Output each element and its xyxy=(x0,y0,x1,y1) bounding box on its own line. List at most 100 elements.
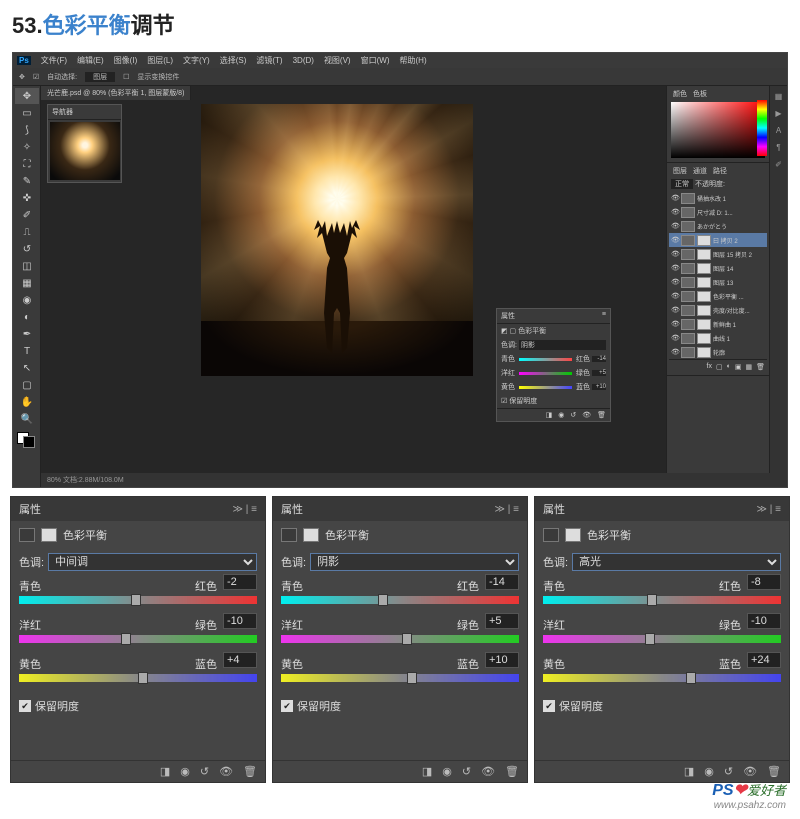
mask-thumb[interactable] xyxy=(697,277,711,288)
slider-knob[interactable] xyxy=(647,594,657,606)
mask-thumb[interactable] xyxy=(697,305,711,316)
tone-select[interactable]: 中间调 xyxy=(48,553,257,571)
menu-layer[interactable]: 图层(L) xyxy=(147,55,173,66)
move-tool-icon[interactable]: ✥ xyxy=(19,73,25,81)
slider-knob[interactable] xyxy=(407,672,417,684)
path-tool[interactable]: ↖ xyxy=(15,360,39,376)
slider-value[interactable]: +5 xyxy=(485,613,519,629)
layer-row[interactable]: 👁色彩平衡 ... xyxy=(669,289,767,303)
slider-track[interactable] xyxy=(19,596,257,604)
trash-icon[interactable]: 🗑 xyxy=(767,765,781,778)
layer-row[interactable]: 👁尺寸减 D: 1... xyxy=(669,205,767,219)
reset-icon[interactable]: ↺ xyxy=(200,765,209,778)
visibility-icon[interactable]: 👁 xyxy=(671,292,679,300)
mask-thumb[interactable] xyxy=(697,347,711,358)
slider-value[interactable]: -2 xyxy=(223,574,257,590)
blur-tool[interactable]: ◉ xyxy=(15,292,39,308)
slider-value[interactable]: -10 xyxy=(223,613,257,629)
slider-yb[interactable] xyxy=(519,386,572,389)
blend-mode[interactable]: 正常 xyxy=(671,179,693,189)
preserve-check[interactable]: ☑ xyxy=(501,397,507,405)
menu-type[interactable]: 文字(Y) xyxy=(183,55,210,66)
slider-value[interactable]: +4 xyxy=(223,652,257,668)
slider-knob[interactable] xyxy=(402,633,412,645)
panel-menu-icon[interactable]: ≫ | ≡ xyxy=(233,504,257,515)
new-icon[interactable]: ▦ xyxy=(745,363,752,371)
view-icon[interactable]: ◉ xyxy=(558,411,564,419)
layer-row[interactable]: 👁壳度/对比度... xyxy=(669,303,767,317)
layer-row[interactable]: 👁曰 拷贝 2 xyxy=(669,233,767,247)
layer-thumb[interactable] xyxy=(681,305,695,316)
del-icon[interactable]: 🗑 xyxy=(756,363,765,371)
lasso-tool[interactable]: ⟆ xyxy=(15,122,39,138)
slider-knob[interactable] xyxy=(121,633,131,645)
slider-knob[interactable] xyxy=(138,672,148,684)
clip-icon[interactable]: ◨ xyxy=(684,765,694,778)
eye-icon[interactable]: 👁 xyxy=(219,765,233,778)
panel-menu-icon[interactable]: ≫ | ≡ xyxy=(757,504,781,515)
swatch-tab[interactable]: 色板 xyxy=(693,89,707,99)
layer-row[interactable]: 👁图层 14 xyxy=(669,261,767,275)
visibility-icon[interactable]: 👁 xyxy=(671,222,679,230)
layer-thumb[interactable] xyxy=(681,207,695,218)
prev-icon[interactable]: ◉ xyxy=(180,765,190,778)
slider-knob[interactable] xyxy=(131,594,141,606)
move-tool[interactable]: ✥ xyxy=(15,88,39,104)
slider-mg[interactable] xyxy=(519,372,572,375)
slider-track[interactable] xyxy=(543,596,781,604)
menu-view[interactable]: 视图(V) xyxy=(324,55,351,66)
ps-icon[interactable]: Ps xyxy=(17,56,31,65)
slider-track[interactable] xyxy=(281,635,519,643)
layers-tab[interactable]: 图层 xyxy=(673,166,687,176)
heal-tool[interactable]: ✜ xyxy=(15,190,39,206)
eye-icon[interactable]: 👁 xyxy=(743,765,757,778)
menu-image[interactable]: 图像(I) xyxy=(114,55,138,66)
layer-thumb[interactable] xyxy=(681,333,695,344)
eye-icon[interactable]: 👁 xyxy=(582,411,591,419)
panel-menu-icon[interactable]: ≫ | ≡ xyxy=(495,504,519,515)
slider-cr[interactable] xyxy=(519,358,572,361)
marquee-tool[interactable]: ▭ xyxy=(15,105,39,121)
layer-row[interactable]: 👁新鲜曲 1 xyxy=(669,317,767,331)
visibility-icon[interactable]: 👁 xyxy=(671,334,679,342)
visibility-icon[interactable]: 👁 xyxy=(671,236,679,244)
prev-icon[interactable]: ◉ xyxy=(442,765,452,778)
tone-select[interactable]: 阴影 xyxy=(310,553,519,571)
layer-row[interactable]: 👁图层 15 拷贝 2 xyxy=(669,247,767,261)
slider-value[interactable]: +24 xyxy=(747,652,781,668)
preserve-checkbox[interactable]: ✔ xyxy=(543,700,555,712)
fx-icon[interactable]: fx xyxy=(707,363,712,370)
menu-file[interactable]: 文件(F) xyxy=(41,55,67,66)
layer-row[interactable]: 👁桶抽水改 1 xyxy=(669,191,767,205)
visibility-icon[interactable]: 👁 xyxy=(671,278,679,286)
slider-value[interactable]: -10 xyxy=(747,613,781,629)
layer-thumb[interactable] xyxy=(681,249,695,260)
tone-select[interactable]: 高光 xyxy=(572,553,781,571)
brush-icon[interactable]: ✐ xyxy=(770,156,787,172)
layer-thumb[interactable] xyxy=(681,235,695,246)
hand-tool[interactable]: ✋ xyxy=(15,394,39,410)
slider-track[interactable] xyxy=(281,674,519,682)
menu-filter[interactable]: 滤镜(T) xyxy=(256,55,282,66)
zoom-tool[interactable]: 🔍 xyxy=(15,411,39,427)
slider-value[interactable]: +10 xyxy=(485,652,519,668)
slider-knob[interactable] xyxy=(645,633,655,645)
mask-thumb[interactable] xyxy=(697,263,711,274)
visibility-icon[interactable]: 👁 xyxy=(671,194,679,202)
crop-tool[interactable]: ⛶ xyxy=(15,156,39,172)
document-tab[interactable]: 光芒鹿.psd @ 80% (色彩平衡 1, 图层蒙版/8) xyxy=(41,86,191,100)
layer-thumb[interactable] xyxy=(681,347,695,358)
layer-row[interactable]: 👁あかがとう xyxy=(669,219,767,233)
visibility-icon[interactable]: 👁 xyxy=(671,306,679,314)
menu-edit[interactable]: 编辑(E) xyxy=(77,55,104,66)
dodge-tool[interactable]: ◐ xyxy=(15,309,39,325)
color-tab[interactable]: 颜色 xyxy=(673,89,687,99)
visibility-icon[interactable]: 👁 xyxy=(671,208,679,216)
eyedropper-tool[interactable]: ✎ xyxy=(15,173,39,189)
properties-floating[interactable]: 属性≡ ◩ ▢色彩平衡 色调:阴影 青色红色-14 洋红绿色+5 黄色蓝色+10… xyxy=(496,308,611,422)
color-picker[interactable] xyxy=(671,102,765,158)
reset-icon[interactable]: ↺ xyxy=(462,765,471,778)
shape-tool[interactable]: ▢ xyxy=(15,377,39,393)
reset-icon[interactable]: ↺ xyxy=(724,765,733,778)
mask-icon[interactable]: ▢ xyxy=(716,363,723,371)
